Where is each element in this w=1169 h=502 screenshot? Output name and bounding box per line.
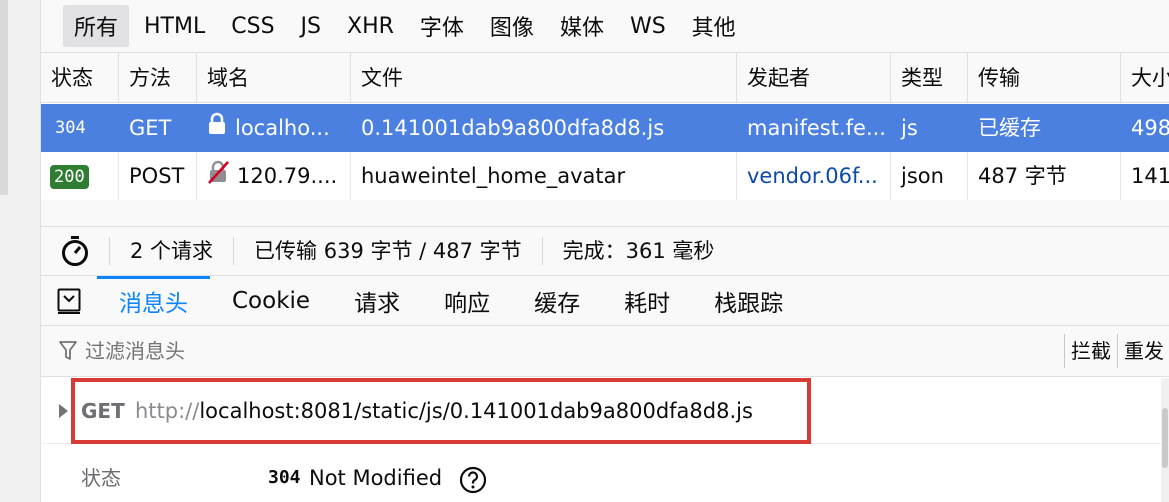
- status-code: 304: [268, 467, 301, 488]
- filter-icon: [59, 341, 77, 365]
- gutter-shade: [0, 0, 8, 195]
- row-domain-cell: 120.79....: [197, 152, 351, 200]
- resend-button[interactable]: 重发: [1117, 334, 1169, 368]
- request-summary-line[interactable]: GET http://localhost:8081/static/js/0.14…: [41, 378, 1169, 444]
- block-button[interactable]: 拦截: [1064, 334, 1117, 368]
- tab-headers[interactable]: 消息头: [97, 276, 210, 325]
- expand-triangle-icon[interactable]: [59, 404, 68, 418]
- stopwatch-icon[interactable]: [41, 235, 109, 267]
- row-method: GET: [129, 116, 172, 140]
- row-type: json: [891, 152, 968, 200]
- status-line: 状态 304 Not Modified: [41, 446, 1169, 502]
- row-size: 141: [1131, 164, 1169, 188]
- details-scrollbar[interactable]: [1161, 378, 1169, 502]
- request-table-header: 状态 方法 域名 文件 发起者 类型 传输 大小: [41, 53, 1169, 103]
- finish-time: 完成：361 毫秒: [541, 237, 735, 265]
- status-text: Not Modified: [309, 466, 443, 490]
- transferred-size: 已传输 639 字节 / 487 字节: [233, 237, 542, 265]
- filter-ws[interactable]: WS: [619, 9, 677, 44]
- filter-other[interactable]: 其他: [681, 5, 747, 47]
- row-domain: 120.79....: [237, 164, 338, 188]
- row-method: POST: [119, 152, 197, 200]
- header-filter-bar: 过滤消息头 拦截 重发: [41, 326, 1169, 377]
- column-domain[interactable]: 域名: [197, 53, 351, 103]
- filter-html[interactable]: HTML: [133, 9, 216, 44]
- filter-css[interactable]: CSS: [220, 9, 285, 44]
- toggle-panel-icon[interactable]: [41, 276, 97, 325]
- column-transferred[interactable]: 传输: [968, 53, 1121, 103]
- status-badge: 200: [50, 165, 89, 189]
- row-initiator[interactable]: vendor.06f...: [737, 152, 891, 200]
- left-gutter: [0, 0, 40, 502]
- status-label: 状态: [81, 466, 121, 490]
- column-method[interactable]: 方法: [119, 53, 197, 103]
- row-transferred: 487 字节: [968, 152, 1121, 200]
- row-file: huaweintel_home_avatar: [351, 152, 737, 200]
- filter-images[interactable]: 图像: [479, 5, 545, 47]
- help-icon[interactable]: [459, 466, 487, 498]
- row-file: 0.141001dab9a800dfa8d8.js: [361, 116, 665, 140]
- tab-cache[interactable]: 缓存: [512, 276, 602, 325]
- url-protocol: http://: [135, 399, 200, 423]
- filter-headers-input[interactable]: 过滤消息头: [85, 326, 185, 377]
- column-initiator[interactable]: 发起者: [737, 53, 891, 103]
- filter-all[interactable]: 所有: [63, 5, 130, 47]
- scrollbar-thumb[interactable]: [1162, 408, 1168, 468]
- lock-icon: [207, 105, 227, 152]
- url-path: localhost:8081/static/js/0.141001dab9a80…: [199, 399, 753, 423]
- type-filter-bar: 所有 HTML CSS JS XHR 字体 图像 媒体 WS 其他: [41, 0, 1169, 53]
- column-size[interactable]: 大小: [1121, 53, 1169, 103]
- row-type: js: [901, 116, 918, 140]
- request-count: 2 个请求: [109, 237, 233, 265]
- tab-request[interactable]: 请求: [332, 276, 422, 325]
- row-domain-cell: localho...: [197, 104, 351, 152]
- network-panel: 所有 HTML CSS JS XHR 字体 图像 媒体 WS 其他 状态 方法 …: [40, 0, 1169, 502]
- summary-toolbar: 2 个请求 已传输 639 字节 / 487 字节 完成：361 毫秒: [41, 226, 1169, 276]
- insecure-lock-icon: [207, 153, 229, 200]
- filter-fonts[interactable]: 字体: [409, 5, 475, 47]
- tab-stack-trace[interactable]: 栈跟踪: [692, 276, 805, 325]
- column-status[interactable]: 状态: [41, 53, 119, 103]
- table-empty-area: [41, 200, 1169, 226]
- filter-media[interactable]: 媒体: [549, 5, 615, 47]
- row-status-cell: 200: [41, 152, 119, 200]
- tab-response[interactable]: 响应: [422, 276, 512, 325]
- filter-js[interactable]: JS: [290, 9, 332, 44]
- column-type[interactable]: 类型: [891, 53, 968, 103]
- table-row-selected[interactable]: 304 GET localho... 0.141001dab9a800dfa8d…: [41, 104, 1169, 152]
- filter-xhr[interactable]: XHR: [336, 9, 405, 44]
- column-file[interactable]: 文件: [351, 53, 737, 103]
- table-row[interactable]: 200 POST 120.79.... huaweintel_home_avat…: [41, 152, 1169, 200]
- row-size: 498: [1131, 116, 1169, 140]
- row-status: 304: [55, 118, 86, 138]
- request-method: GET: [81, 399, 125, 423]
- header-actions: 拦截 重发: [1064, 334, 1169, 368]
- row-domain: localho...: [235, 116, 330, 140]
- row-initiator[interactable]: manifest.fe...: [737, 104, 891, 152]
- request-url: http://localhost:8081/static/js/0.141001…: [135, 378, 753, 444]
- tab-timings[interactable]: 耗时: [602, 276, 692, 325]
- row-transferred: 已缓存: [978, 116, 1041, 140]
- details-tabs: 消息头 Cookie 请求 响应 缓存 耗时 栈跟踪: [41, 276, 1169, 326]
- tab-cookies[interactable]: Cookie: [210, 276, 332, 325]
